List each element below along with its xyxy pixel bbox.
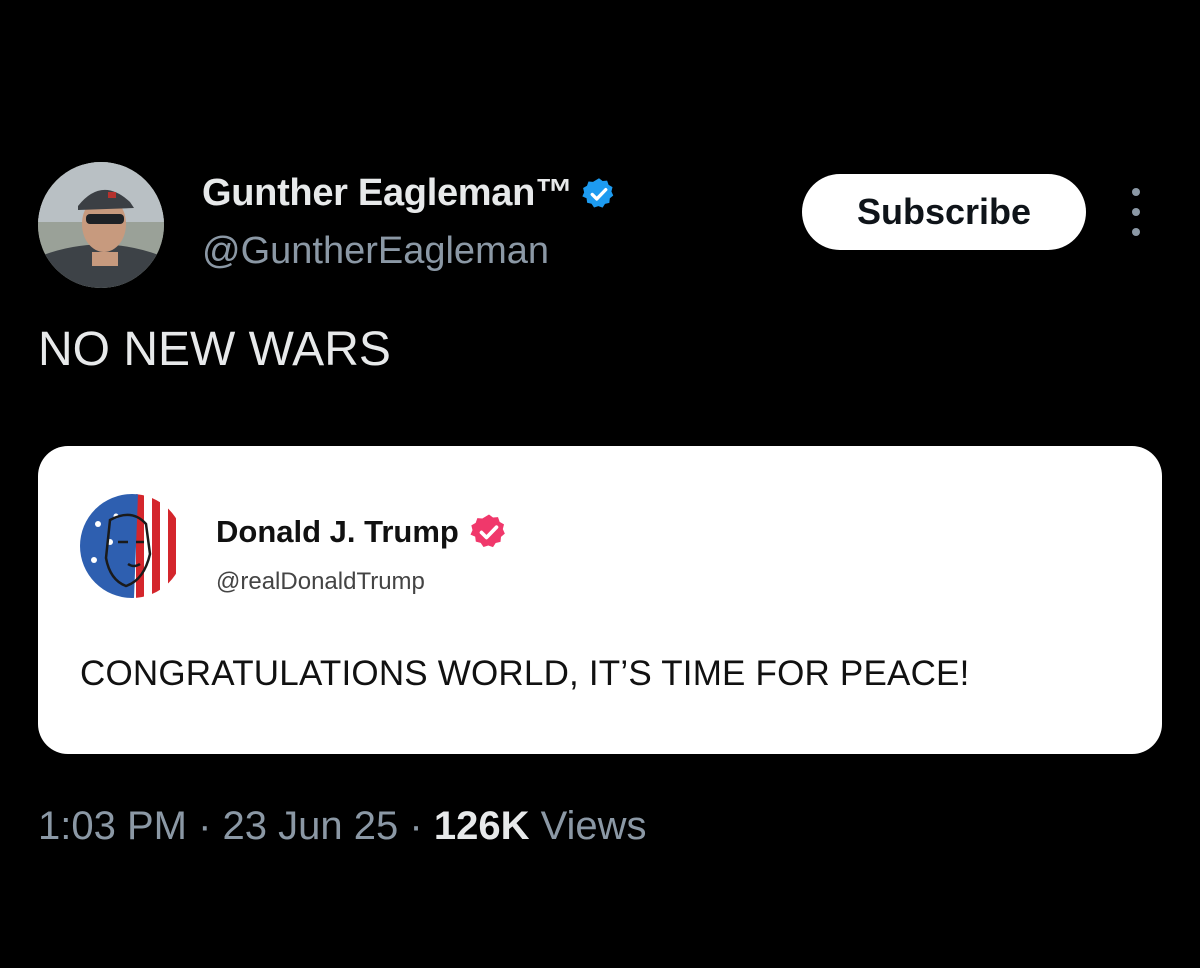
author-handle[interactable]: @GuntherEagleman <box>202 230 549 273</box>
post-metadata: 1:03 PM · 23 Jun 25 · 126K Views <box>38 804 647 849</box>
quoted-author-avatar[interactable] <box>80 494 184 598</box>
post-header: Gunther Eagleman™ @GuntherEagleman Subsc… <box>38 160 1168 290</box>
quoted-post-card[interactable]: Donald J. Trump @realDonaldTrump CONGRAT… <box>38 446 1162 754</box>
verified-badge-icon <box>470 514 505 548</box>
author-display-name[interactable]: Gunther Eagleman™ <box>202 172 573 215</box>
post-text: NO NEW WARS <box>38 323 391 376</box>
quoted-post-text: CONGRATULATIONS WORLD, IT’S TIME FOR PEA… <box>80 654 970 693</box>
views-label: Views <box>540 804 647 848</box>
post-time[interactable]: 1:03 PM <box>38 804 187 848</box>
quoted-author-name-line[interactable]: Donald J. Trump <box>216 512 509 552</box>
meta-separator: · <box>198 804 212 848</box>
american-flag-portrait-image <box>80 494 184 598</box>
author-name-line[interactable]: Gunther Eagleman™ <box>202 172 617 215</box>
more-dot <box>1132 208 1140 216</box>
more-vertical-icon[interactable] <box>1124 188 1148 236</box>
more-dot <box>1132 228 1140 236</box>
quoted-author-display-name[interactable]: Donald J. Trump <box>216 514 459 550</box>
author-avatar[interactable] <box>38 162 164 288</box>
verified-badge-icon <box>582 177 613 208</box>
meta-separator: · <box>409 804 423 848</box>
subscribe-button[interactable]: Subscribe <box>802 174 1086 250</box>
avatar-image <box>38 162 164 288</box>
quoted-author-handle[interactable]: @realDonaldTrump <box>216 568 425 596</box>
views-count: 126K <box>433 804 530 848</box>
more-dot <box>1132 188 1140 196</box>
post-date[interactable]: 23 Jun 25 <box>223 804 399 848</box>
